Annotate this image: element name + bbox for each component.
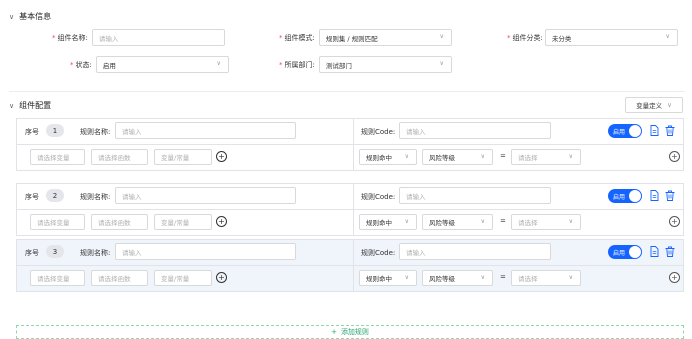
add-result-icon[interactable]: + <box>669 151 680 162</box>
value-select[interactable]: 请选择 <box>511 149 581 165</box>
add-condition-icon[interactable]: + <box>216 272 227 283</box>
function-select[interactable]: 请选择函数 <box>91 149 148 165</box>
rule-code-input[interactable]: 请输入 <box>399 122 551 139</box>
rule-name-input[interactable]: 请输入 <box>115 122 296 139</box>
rule-hit-select[interactable]: 规则命中 <box>359 270 417 286</box>
add-rule-button[interactable]: + 添加规则 <box>16 325 684 339</box>
card-divider <box>17 265 683 266</box>
dept-row: * 所属部门: 测试部门 <box>279 56 452 73</box>
document-icon[interactable] <box>650 246 659 257</box>
rule-code-label: 规则Code: <box>361 249 396 257</box>
seq-label: 序号 <box>25 193 39 201</box>
config-title: 组件配置 <box>19 101 52 110</box>
add-condition-icon[interactable]: + <box>216 216 227 227</box>
delete-icon[interactable] <box>665 190 675 201</box>
category-row: * 组件分类: 未分类 <box>507 29 678 46</box>
config-header[interactable]: ∨ 组件配置 <box>9 100 51 111</box>
document-icon[interactable] <box>650 125 659 136</box>
basic-info-header[interactable]: ∨ 基本信息 <box>9 11 51 22</box>
mode-select[interactable]: 规则集 / 规则匹配 <box>318 29 452 46</box>
rule-name-input[interactable]: 请输入 <box>115 243 296 260</box>
chevron-down-icon: ∨ <box>9 101 15 110</box>
equals-sign: = <box>500 217 506 225</box>
name-input[interactable]: 请输入 <box>91 29 225 46</box>
status-row: * 状态: 启用 <box>70 56 229 73</box>
mode-row: * 组件模式: 规则集 / 规则匹配 <box>279 29 452 46</box>
status-label: 状态: <box>75 60 92 69</box>
divider <box>9 91 685 92</box>
plus-icon: + <box>331 328 337 336</box>
risk-level-select[interactable]: 风险等级 <box>422 214 493 230</box>
rule-name-label: 规则名称: <box>80 128 111 136</box>
chevron-down-icon: ∨ <box>667 101 672 109</box>
add-condition-icon[interactable]: + <box>216 151 227 162</box>
category-select[interactable]: 未分类 <box>544 29 678 46</box>
rule-name-input[interactable]: 请输入 <box>115 187 296 204</box>
seq-badge: 2 <box>46 189 64 202</box>
variable-select[interactable]: 请选择变量 <box>30 270 85 286</box>
name-label: 组件名称: <box>57 33 88 42</box>
card-divider <box>17 144 683 145</box>
rule-hit-select[interactable]: 规则命中 <box>359 214 417 230</box>
value-select[interactable]: 请选择 <box>511 214 581 230</box>
rule-card: 序号 1 规则名称: 请输入 规则Code: 请输入 启用 请选择变量 请选择函数 变量/常量 + 规… <box>16 118 684 171</box>
delete-icon[interactable] <box>665 125 675 136</box>
risk-level-select[interactable]: 风险等级 <box>422 149 493 165</box>
seq-label: 序号 <box>25 128 39 136</box>
mode-label: 组件模式: <box>284 33 315 42</box>
chevron-down-icon: ∨ <box>9 12 15 21</box>
equals-sign: = <box>500 152 506 160</box>
dept-label: 所属部门: <box>284 60 315 69</box>
variable-select[interactable]: 请选择变量 <box>30 149 85 165</box>
enable-toggle[interactable]: 启用 <box>608 245 642 259</box>
risk-level-select[interactable]: 风险等级 <box>422 270 493 286</box>
function-select[interactable]: 请选择函数 <box>91 214 148 230</box>
seq-badge: 3 <box>46 245 64 258</box>
constant-input[interactable]: 变量/常量 <box>154 270 212 286</box>
equals-sign: = <box>500 273 506 281</box>
enable-toggle[interactable]: 启用 <box>608 189 642 203</box>
function-select[interactable]: 请选择函数 <box>91 270 148 286</box>
rule-card: 序号 3 规则名称: 请输入 规则Code: 请输入 启用 请选择变量 请选择函数 变量/常量 + 规… <box>16 239 684 292</box>
add-result-icon[interactable]: + <box>669 272 680 283</box>
toggle-knob <box>629 190 641 202</box>
required-asterisk: * <box>52 33 56 42</box>
delete-icon[interactable] <box>665 246 675 257</box>
rule-code-label: 规则Code: <box>361 128 396 136</box>
rule-hit-select[interactable]: 规则命中 <box>359 149 417 165</box>
constant-input[interactable]: 变量/常量 <box>154 214 212 230</box>
rule-code-input[interactable]: 请输入 <box>399 187 551 204</box>
toggle-knob <box>629 125 641 137</box>
card-divider <box>17 209 683 210</box>
rule-code-label: 规则Code: <box>361 193 396 201</box>
rule-code-input[interactable]: 请输入 <box>399 243 551 260</box>
name-row: * 组件名称: 请输入 <box>52 29 225 46</box>
value-select[interactable]: 请选择 <box>511 270 581 286</box>
dept-select[interactable]: 测试部门 <box>318 56 452 73</box>
category-label: 组件分类: <box>512 33 543 42</box>
rule-name-label: 规则名称: <box>80 193 111 201</box>
status-select[interactable]: 启用 <box>95 56 229 73</box>
constant-input[interactable]: 变量/常量 <box>154 149 212 165</box>
rule-name-label: 规则名称: <box>80 249 111 257</box>
document-icon[interactable] <box>650 190 659 201</box>
rule-card: 序号 2 规则名称: 请输入 规则Code: 请输入 启用 请选择变量 请选择函数 变量/常量 + 规… <box>16 183 684 236</box>
basic-info-title: 基本信息 <box>19 12 52 21</box>
variable-select[interactable]: 请选择变量 <box>30 214 85 230</box>
seq-label: 序号 <box>25 249 39 257</box>
variable-definition-button[interactable]: 变量定义 ∨ <box>625 97 683 113</box>
toggle-knob <box>629 246 641 258</box>
add-result-icon[interactable]: + <box>669 216 680 227</box>
seq-badge: 1 <box>46 124 64 137</box>
enable-toggle[interactable]: 启用 <box>608 124 642 138</box>
